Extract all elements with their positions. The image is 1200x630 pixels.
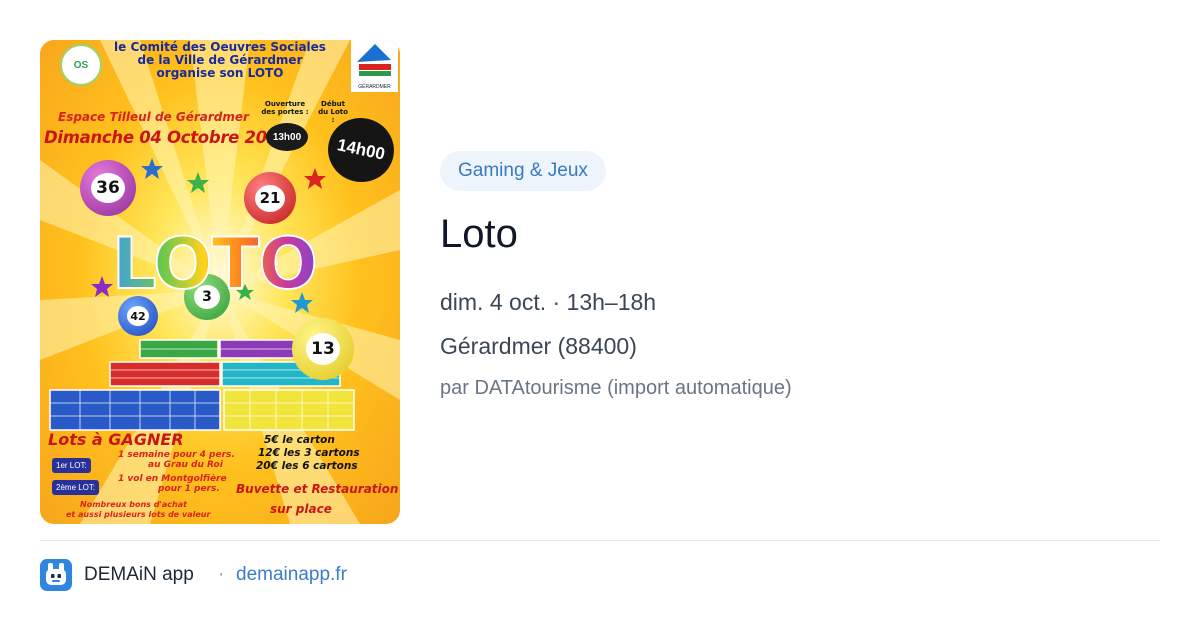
event-location: Gérardmer (88400) xyxy=(440,333,637,359)
poster-header-line-1: le Comité des Oeuvres Sociales xyxy=(114,40,326,54)
demain-app-icon xyxy=(40,559,72,591)
poster-buvette-a: Buvette et Restauration xyxy=(236,482,399,496)
poster-price-1: 5€ le carton xyxy=(264,434,335,446)
poster-venue: Espace Tilleul de Gérardmer xyxy=(58,110,249,124)
poster-price-2: 12€ les 3 cartons xyxy=(258,447,360,459)
poster-loto-word: LOTO xyxy=(111,222,319,306)
poster-extras-b: et aussi plusieurs lots de valeur xyxy=(66,510,211,519)
bingo-ball-13: 13 xyxy=(292,318,354,380)
event-title: Loto xyxy=(440,212,518,256)
poster-header-line-2: de la Ville de Gérardmer xyxy=(137,53,303,67)
bingo-ball-13-number: 13 xyxy=(306,333,340,365)
event-datetime: dim. 4 oct. · 13h–18h xyxy=(440,289,657,315)
poster-lots-heading: Lots à GAGNER xyxy=(48,430,184,449)
poster-buvette-b: sur place xyxy=(270,502,332,516)
bingo-ball-42-number: 42 xyxy=(127,306,149,326)
poster-lot1-text-b: au Grau du Roi xyxy=(148,460,223,470)
poster-lot1-label: 1er LOT: xyxy=(52,458,91,473)
poster-extras-a: Nombreux bons d'achat xyxy=(80,500,187,509)
gerardmer-logo-caption: GÉRARDMER xyxy=(358,84,391,90)
poster-doors-label: Ouverture des portes : xyxy=(261,100,309,116)
event-poster-image[interactable]: OS GÉRARDMER le Comité des Oeuvres Socia… xyxy=(40,40,400,524)
footer-divider xyxy=(40,540,1160,541)
bingo-ball-36: 36 xyxy=(80,160,136,216)
poster-header-line-3: organise son LOTO xyxy=(156,66,284,80)
category-chip[interactable]: Gaming & Jeux xyxy=(440,151,606,191)
bingo-ball-21: 21 xyxy=(244,172,296,224)
poster-lot2-text-a: 1 vol en Montgolfière xyxy=(118,474,227,484)
poster-lot1-text-a: 1 semaine pour 4 pers. xyxy=(118,450,235,460)
footer-separator: · xyxy=(218,564,225,585)
poster-date: Dimanche 04 Octobre 2026 xyxy=(44,128,290,147)
poster-doors-time: 13h00 xyxy=(266,123,308,151)
event-source: par DATAtourisme (import automatique) xyxy=(440,377,792,399)
app-name: DEMAiN app xyxy=(84,564,194,585)
poster-lot2-label: 2ème LOT: xyxy=(52,480,100,495)
poster-price-3: 20€ les 6 cartons xyxy=(256,460,358,472)
app-link[interactable]: demainapp.fr xyxy=(236,564,347,586)
bingo-ball-36-number: 36 xyxy=(91,173,125,203)
bingo-ball-21-number: 21 xyxy=(255,184,285,212)
poster-lot2-text-b: pour 1 pers. xyxy=(158,484,220,494)
